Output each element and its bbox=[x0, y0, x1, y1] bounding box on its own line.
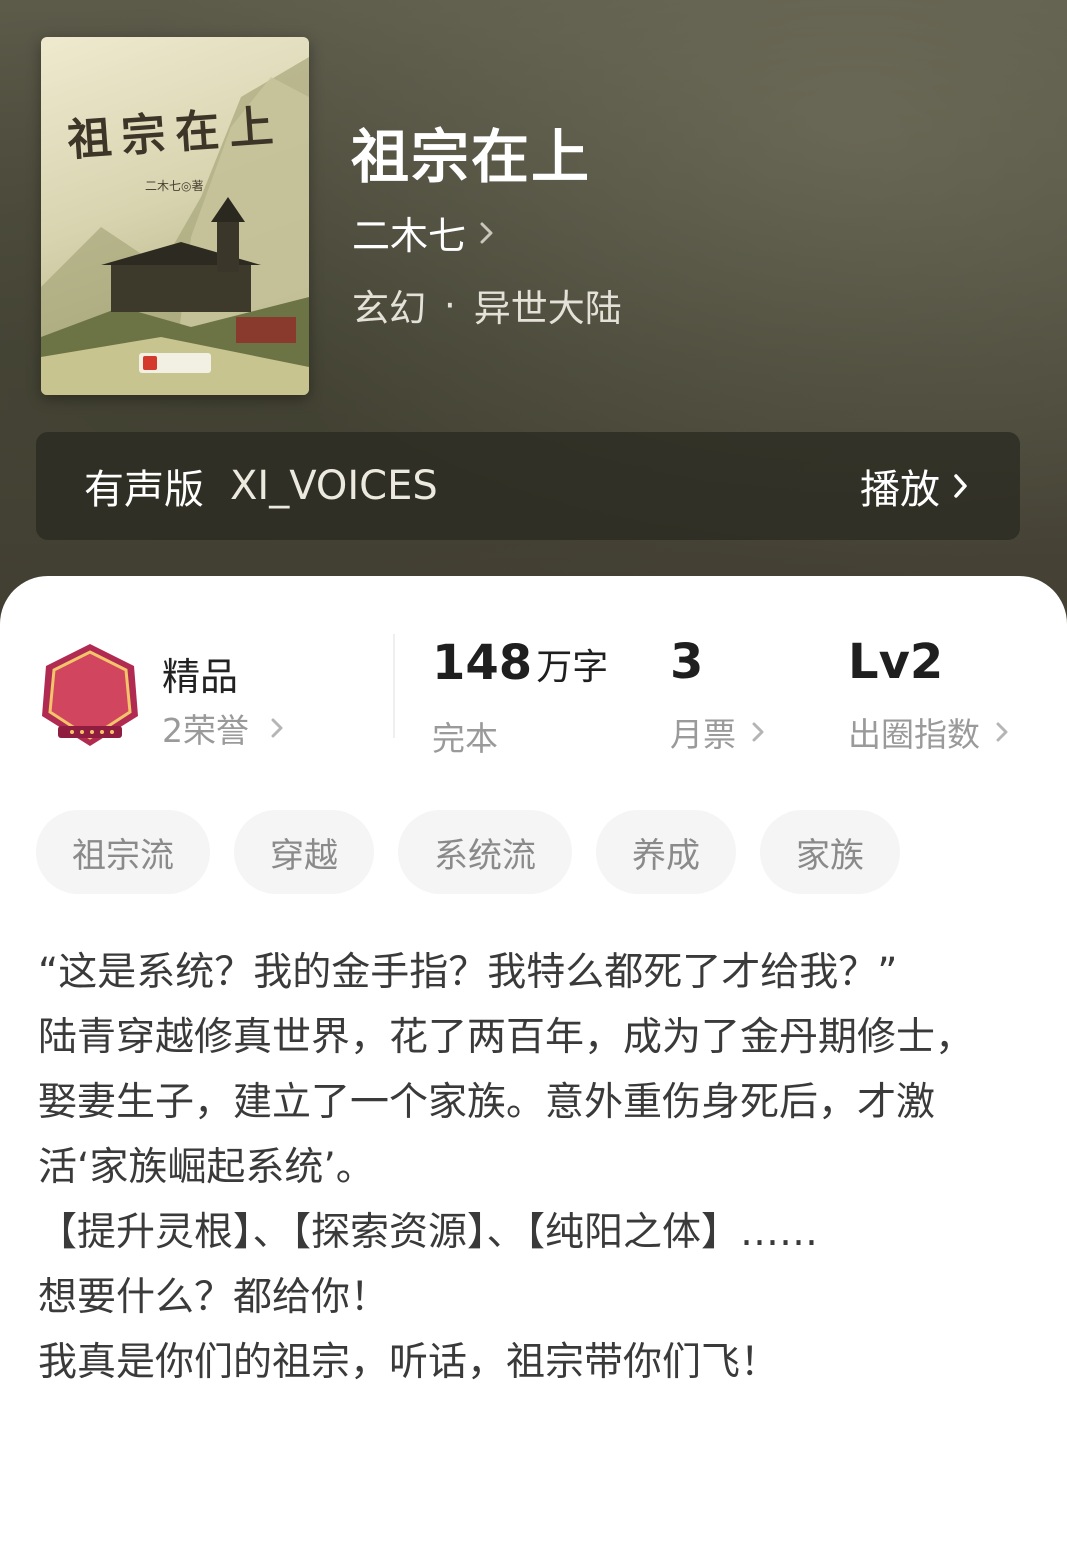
audio-voice-name: XI_VOICES bbox=[230, 463, 438, 509]
tag-chip[interactable]: 家族 bbox=[760, 810, 900, 894]
genre-row: 玄幻 · 异世大陆 bbox=[352, 278, 622, 332]
stats-row: 精品 2荣誉 148 万字 完本 3 月票 Lv2 出圈指数 bbox=[0, 576, 1067, 786]
play-button[interactable]: 播放 bbox=[860, 432, 968, 540]
book-description[interactable]: “这是系统？我的金手指？我特么都死了才给我？” 陆青穿越修真世界，花了两百年，成… bbox=[38, 940, 998, 1395]
description-line: “这是系统？我的金手指？我特么都死了才给我？” bbox=[38, 950, 898, 995]
popularity-index-stat[interactable]: Lv2 出圈指数 bbox=[848, 638, 1008, 756]
popularity-index-label: 出圈指数 bbox=[848, 715, 980, 754]
book-cover[interactable]: 祖宗在上 二木七◎著 bbox=[41, 37, 309, 395]
description-line: 陆青穿越修真世界，花了两百年，成为了金丹期修士，娶妻生子，建立了一个家族。意外重… bbox=[38, 1015, 975, 1190]
genre-category[interactable]: 玄幻 bbox=[352, 278, 426, 332]
monthly-ticket-stat[interactable]: 3 月票 bbox=[670, 638, 764, 756]
honor-link[interactable]: 2荣誉 bbox=[162, 704, 283, 752]
description-line: 想要什么？都给你！ bbox=[38, 1275, 390, 1320]
book-title: 祖宗在上 bbox=[351, 123, 592, 191]
author-link[interactable]: 二木七 bbox=[352, 205, 494, 260]
chevron-right-icon bbox=[480, 222, 493, 243]
popularity-level-value: Lv2 bbox=[848, 634, 944, 690]
tag-chip[interactable]: 穿越 bbox=[234, 810, 374, 894]
honor-count: 2荣誉 bbox=[162, 711, 249, 750]
book-detail-panel: 精品 2荣誉 148 万字 完本 3 月票 Lv2 出圈指数 祖宗流 穿越 系统… bbox=[0, 576, 1067, 1556]
stats-divider bbox=[393, 634, 395, 738]
tag-chip[interactable]: 祖宗流 bbox=[36, 810, 210, 894]
tag-list: 祖宗流 穿越 系统流 养成 家族 bbox=[36, 810, 900, 894]
chevron-right-icon bbox=[954, 474, 967, 498]
author-name: 二木七 bbox=[352, 214, 467, 258]
book-header: 祖宗在上 二木七◎著 祖宗在上 二木七 玄幻 · 异世大陆 有声版 XI_VOI… bbox=[0, 0, 1067, 640]
completion-status: 完本 bbox=[432, 719, 498, 758]
chevron-right-icon bbox=[271, 718, 283, 738]
tag-chip[interactable]: 系统流 bbox=[398, 810, 572, 894]
tag-chip[interactable]: 养成 bbox=[596, 810, 736, 894]
chevron-right-icon bbox=[752, 722, 764, 742]
word-count-stat: 148 万字 完本 bbox=[432, 638, 608, 760]
audio-version-label: 有声版 bbox=[84, 467, 204, 513]
chevron-right-icon bbox=[996, 722, 1008, 742]
publisher-logo-icon bbox=[139, 353, 211, 373]
description-line: 【提升灵根】、【探索资源】、【纯阳之体】…… bbox=[38, 1210, 819, 1255]
play-label: 播放 bbox=[860, 467, 940, 513]
monthly-ticket-label: 月票 bbox=[670, 715, 736, 754]
cover-author-text: 二木七◎著 bbox=[145, 179, 204, 193]
description-line: 我真是你们的祖宗，听话，祖宗带你们飞！ bbox=[38, 1340, 780, 1385]
genre-subcategory[interactable]: 异世大陆 bbox=[474, 278, 622, 332]
word-count-value: 148 bbox=[432, 635, 533, 691]
audio-version-bar[interactable]: 有声版 XI_VOICES 播放 bbox=[36, 432, 1020, 540]
honor-title: 精品 bbox=[162, 655, 239, 699]
monthly-ticket-value: 3 bbox=[670, 634, 704, 690]
genre-separator: · bbox=[444, 283, 456, 327]
word-count-unit: 万字 bbox=[536, 647, 609, 688]
premium-channel-badge-icon[interactable] bbox=[38, 642, 142, 750]
